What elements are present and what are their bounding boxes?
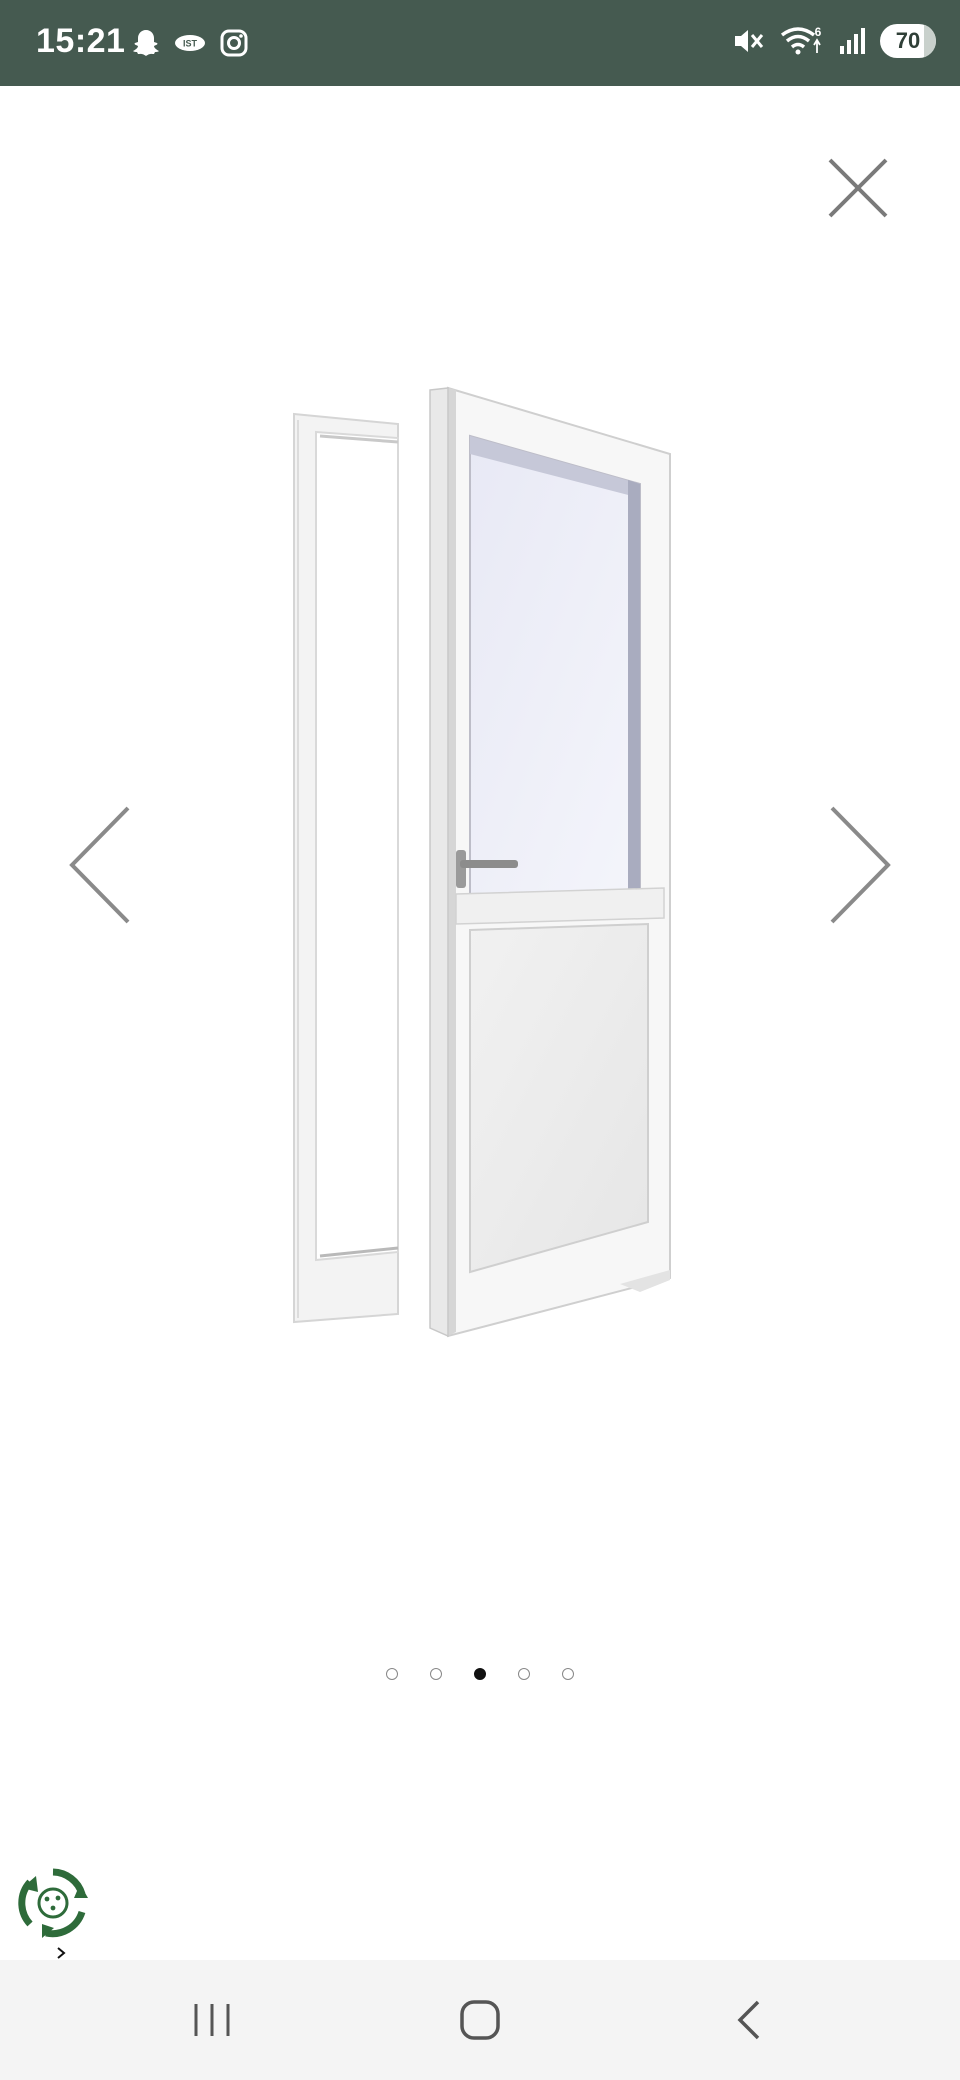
signal-icon <box>838 26 866 56</box>
snapchat-icon <box>132 28 160 58</box>
recycle-widget-button[interactable] <box>16 1866 90 1940</box>
battery-empty-portion <box>923 24 936 58</box>
recent-apps-icon <box>194 2004 230 2036</box>
next-image-button[interactable] <box>818 800 898 930</box>
chevron-left-icon <box>69 806 130 924</box>
system-navigation-bar <box>0 1960 960 2080</box>
status-bar: 15:21 IST 6 70 <box>0 0 960 86</box>
pagination-dot-1[interactable] <box>386 1668 398 1680</box>
mute-vibrate-icon <box>732 26 766 56</box>
close-button[interactable] <box>818 148 898 228</box>
status-time: 15:21 <box>36 22 126 60</box>
recycle-widget-icon <box>18 1868 88 1938</box>
pagination-dot-3-active[interactable] <box>474 1668 486 1680</box>
previous-image-button[interactable] <box>62 800 142 930</box>
widget-expand-chevron-icon[interactable] <box>54 1946 68 1960</box>
back-icon <box>737 2000 760 2040</box>
pagination-dot-4[interactable] <box>518 1668 530 1680</box>
wifi-icon: 6 <box>780 25 824 57</box>
recent-apps-button[interactable] <box>152 1960 272 2080</box>
ist-badge-icon: IST <box>174 33 206 53</box>
back-button[interactable] <box>690 1960 810 2080</box>
product-image-door <box>280 380 680 1340</box>
instagram-icon <box>220 29 248 57</box>
system-status-icons: 6 70 <box>732 24 936 58</box>
close-icon <box>828 158 888 218</box>
home-icon <box>460 2000 500 2040</box>
home-button[interactable] <box>420 1960 540 2080</box>
battery-indicator: 70 <box>880 24 936 58</box>
pagination-dot-2[interactable] <box>430 1668 442 1680</box>
notification-icons: IST <box>132 28 248 58</box>
chevron-right-icon <box>830 806 891 924</box>
wifi-generation-label: 6 <box>815 25 822 39</box>
pagination-dot-5[interactable] <box>562 1668 574 1680</box>
svg-text:IST: IST <box>183 39 198 49</box>
battery-level: 70 <box>895 28 921 53</box>
pagination-dots <box>0 1668 960 1680</box>
